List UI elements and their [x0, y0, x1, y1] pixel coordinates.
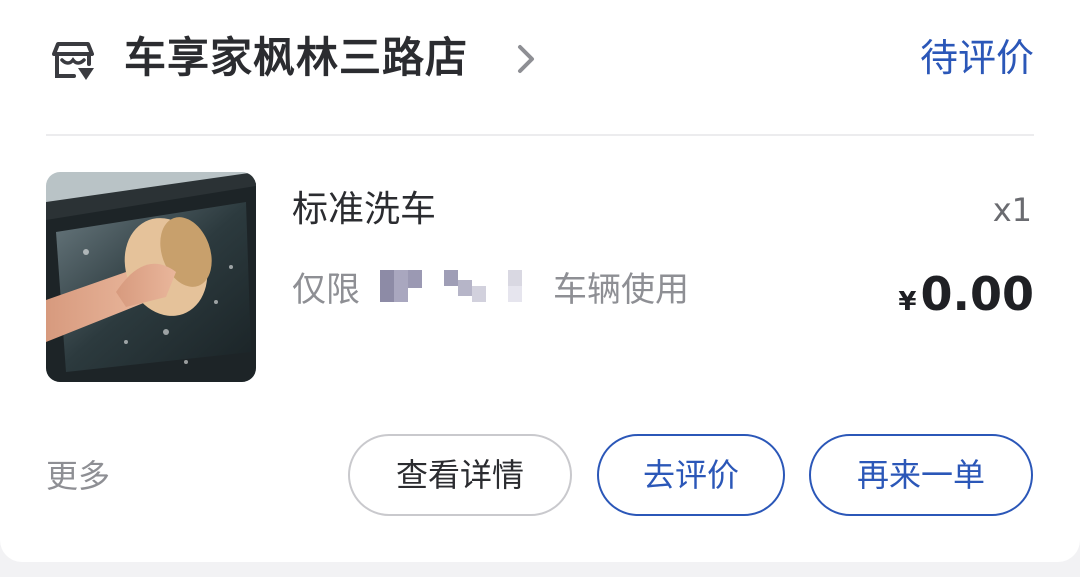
view-details-button[interactable]: 查看详情 — [348, 434, 572, 516]
reorder-button[interactable]: 再来一单 — [809, 434, 1033, 516]
item-quantity: x1 — [992, 191, 1032, 229]
car-wash-photo[interactable] — [46, 172, 256, 382]
order-header[interactable]: 车享家枫林三路店 待评价 — [0, 0, 1080, 118]
price-amount: 0.00 — [920, 267, 1035, 321]
plate-mosaic-image — [380, 270, 522, 302]
item-name: 标准洗车 — [292, 189, 437, 230]
restriction-suffix: 车辆使用 — [553, 270, 689, 310]
item-price: ¥0.00 — [898, 264, 1034, 324]
store-icon — [52, 42, 94, 80]
divider — [46, 134, 1034, 136]
more-link[interactable]: 更多 — [46, 452, 110, 500]
order-status: 待评价 — [919, 36, 1034, 80]
currency-symbol: ¥ — [898, 287, 917, 317]
chevron-right-icon[interactable] — [514, 42, 538, 76]
review-button[interactable]: 去评价 — [597, 434, 785, 516]
store-name[interactable]: 车享家枫林三路店 — [124, 30, 468, 86]
order-card: 车享家枫林三路店 待评价 标准洗车 x1 仅限 车辆使用 ¥0.00 更多 查看… — [0, 0, 1080, 562]
restriction-prefix: 仅限 — [292, 270, 360, 310]
